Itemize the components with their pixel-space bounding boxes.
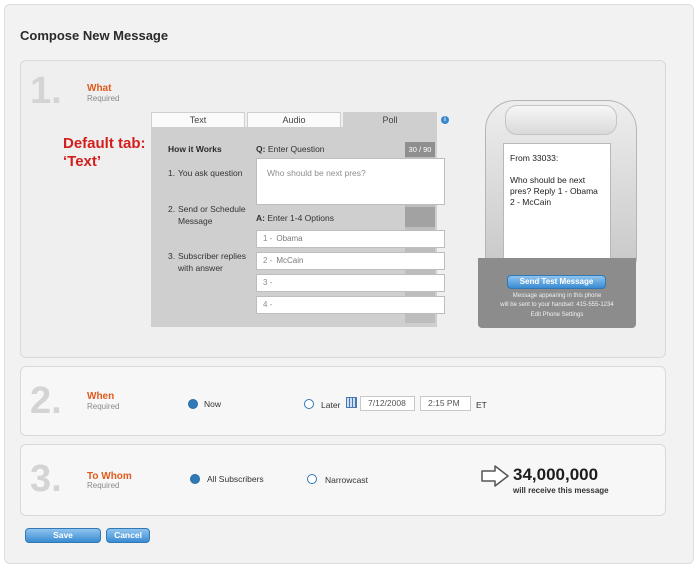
character-counter: 30 / 90 (405, 142, 435, 157)
answers-label: A: Enter 1-4 Options (256, 213, 334, 223)
question-label: Q: Enter Question (256, 144, 325, 154)
when-later-radio[interactable] (304, 399, 314, 409)
save-button[interactable]: Save (25, 528, 101, 543)
when-now-label: Now (204, 399, 222, 409)
step-required-when: Required (87, 402, 120, 411)
option-number: 2 - (263, 256, 273, 265)
send-test-message-button[interactable]: Send Test Message (507, 275, 606, 289)
all-subscribers-radio[interactable] (190, 474, 200, 484)
option-input-1[interactable]: 1 - Obama (256, 230, 445, 248)
timezone-label: ET (476, 400, 487, 410)
time-input[interactable]: 2:15 PM (420, 396, 471, 411)
option-number: 3 - (263, 278, 273, 287)
answers-label-text: Enter 1-4 Options (267, 213, 334, 223)
tab-poll[interactable]: Poll (343, 112, 437, 127)
how-step-number: 3. (168, 251, 176, 261)
date-input[interactable]: 7/12/2008 (360, 396, 415, 411)
phone-note-line-2: will be sent to your handset: 415-555-12… (500, 302, 614, 308)
how-it-works-title: How it Works (168, 144, 222, 154)
how-step-3: 3. Subscriber replies with answer (168, 250, 248, 286)
phone-sender: From 33033: (510, 153, 559, 163)
edit-phone-settings-link[interactable]: Edit Phone Settings (480, 312, 634, 318)
when-now-radio[interactable] (188, 399, 198, 409)
narrowcast-label: Narrowcast (325, 475, 368, 485)
recipient-count-caption: will receive this message (513, 486, 609, 495)
message-type-tabs: Text Audio Poll (151, 112, 437, 127)
phone-message: Who should be next pres? Reply 1 - Obama… (510, 175, 598, 207)
step-required-to-whom: Required (87, 481, 120, 490)
scrollbar-thumb[interactable] (405, 207, 435, 227)
step-number-2: 2. (30, 380, 62, 422)
calendar-icon[interactable] (346, 397, 357, 408)
question-input[interactable]: Who should be next pres? (256, 158, 445, 205)
step-title-what: What (87, 83, 112, 94)
step-title-when: When (87, 391, 115, 402)
annotation-line-2: ‘Text’ (63, 153, 102, 170)
annotation-line-1: Default tab: (63, 135, 146, 152)
cancel-button[interactable]: Cancel (106, 528, 150, 543)
phone-speaker (505, 105, 617, 135)
question-label-text: Enter Question (267, 144, 325, 154)
step-number-3: 3. (30, 458, 62, 500)
how-step-2: 2. Send or Schedule Message (168, 203, 248, 239)
page-title: Compose New Message (20, 28, 169, 43)
option-number: 1 - (263, 234, 273, 243)
option-value: Obama (276, 234, 303, 243)
answers-prefix: A: (256, 213, 265, 223)
how-step-number: 1. (168, 168, 176, 178)
option-input-2[interactable]: 2 - McCain (256, 252, 445, 270)
tab-text[interactable]: Text (151, 112, 245, 127)
phone-note-line-1: Message appearing in this phone (512, 293, 602, 299)
phone-screen: From 33033: Who should be next pres? Rep… (503, 143, 611, 260)
info-icon[interactable]: i (441, 116, 449, 124)
how-step-text: Subscriber replies with answer (178, 251, 247, 273)
option-number: 4 - (263, 300, 273, 309)
recipient-count: 34,000,000 (513, 465, 599, 484)
how-step-number: 2. (168, 204, 176, 214)
how-step-text: Send or Schedule Message (178, 204, 246, 226)
option-input-3[interactable]: 3 - (256, 274, 445, 292)
step-number-1: 1. (30, 70, 62, 112)
when-later-label: Later (321, 400, 341, 410)
option-value: McCain (276, 256, 304, 265)
how-step-text: You ask question (178, 168, 243, 178)
narrowcast-radio[interactable] (307, 474, 317, 484)
step-required-what: Required (87, 94, 120, 103)
question-prefix: Q: (256, 144, 266, 154)
when-panel (20, 366, 666, 436)
all-subscribers-label: All Subscribers (207, 474, 264, 484)
tab-audio[interactable]: Audio (247, 112, 341, 127)
arrow-right-icon (481, 465, 509, 487)
default-tab-annotation: Default tab: ‘Text’ (63, 135, 146, 171)
option-input-4[interactable]: 4 - (256, 296, 445, 314)
how-step-1: 1. You ask question (168, 167, 248, 191)
